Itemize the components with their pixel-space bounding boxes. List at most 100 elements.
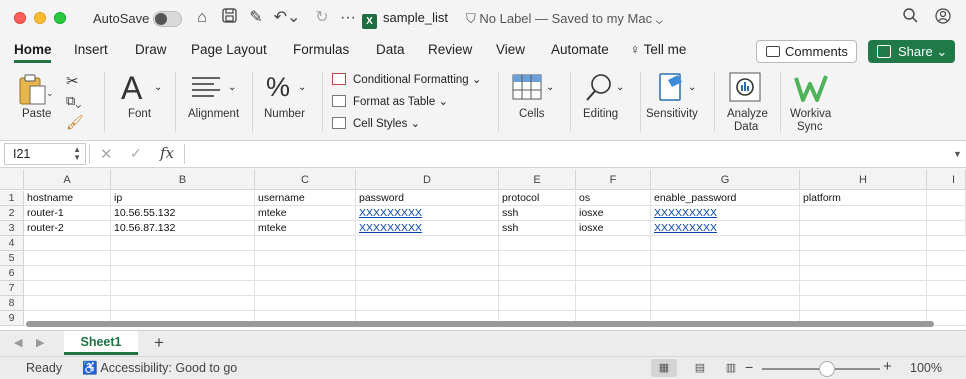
close-window-button[interactable] [14, 12, 26, 24]
alignment-group[interactable]: ⌄ Alignment [182, 66, 246, 138]
edit-icon[interactable]: ✎ [246, 8, 266, 28]
insert-function-icon[interactable]: fx [160, 144, 174, 162]
sheet-tab-sheet1[interactable]: Sheet1 [64, 331, 138, 355]
select-all-corner[interactable] [0, 170, 24, 190]
accessibility-status[interactable]: ♿ Accessibility: Good to go [82, 361, 237, 376]
table-cell[interactable] [927, 221, 966, 236]
row-header[interactable]: 5 [0, 251, 24, 266]
zoom-in-button[interactable]: + [883, 358, 892, 375]
zoom-out-button[interactable]: − [745, 359, 753, 375]
format-painter-icon[interactable]: 🖌 [66, 114, 84, 131]
table-cell[interactable]: router-2 [24, 221, 111, 236]
table-cell[interactable]: os [576, 191, 651, 206]
row-header[interactable]: 6 [0, 266, 24, 281]
spreadsheet-grid[interactable]: A B C D E F G H I 1 2 3 4 5 6 7 8 9 host… [0, 170, 966, 330]
format-as-table-button[interactable]: Format as Table ⌄ [332, 94, 448, 108]
maximize-window-button[interactable] [54, 12, 66, 24]
editing-group[interactable]: ⌄ Editing [578, 66, 634, 138]
number-group[interactable]: % ⌄ Number [260, 66, 316, 138]
font-group[interactable]: A ⌄ Font [112, 66, 170, 138]
table-cell[interactable]: router-1 [24, 206, 111, 221]
table-cell[interactable]: platform [800, 191, 927, 206]
expand-formula-icon[interactable]: ▼ [953, 149, 962, 159]
table-cell[interactable]: mteke [255, 206, 356, 221]
cell-styles-button[interactable]: Cell Styles ⌄ [332, 116, 420, 130]
table-cell[interactable]: 10.56.55.132 [111, 206, 255, 221]
share-button[interactable]: Share ⌄ [868, 40, 955, 63]
cut-icon[interactable]: ✂ [66, 72, 79, 90]
paste-icon[interactable]: ⌄ [18, 74, 54, 109]
analyze-data-group[interactable]: Analyze Data [722, 66, 772, 138]
table-cell-link[interactable]: XXXXXXXXX [651, 221, 800, 236]
zoom-slider-thumb[interactable] [819, 361, 835, 377]
tab-draw[interactable]: Draw [135, 42, 167, 57]
empty-rows[interactable] [24, 236, 966, 326]
column-header[interactable]: G [651, 170, 800, 190]
table-cell[interactable]: ip [111, 191, 255, 206]
table-cell[interactable] [927, 206, 966, 221]
tab-view[interactable]: View [496, 42, 525, 57]
next-sheet-icon[interactable]: ▶ [36, 336, 44, 349]
minimize-window-button[interactable] [34, 12, 46, 24]
paste-label[interactable]: Paste [22, 108, 51, 120]
row-header[interactable]: 9 [0, 311, 24, 326]
table-cell[interactable] [800, 221, 927, 236]
more-icon[interactable]: ··· [338, 8, 358, 28]
table-cell[interactable]: enable_password [651, 191, 800, 206]
search-icon[interactable] [900, 8, 920, 28]
autosave-toggle[interactable] [153, 11, 182, 27]
table-cell[interactable]: hostname [24, 191, 111, 206]
table-cell[interactable]: protocol [499, 191, 576, 206]
table-cell[interactable]: password [356, 191, 499, 206]
table-cell-link[interactable]: XXXXXXXXX [356, 206, 499, 221]
table-cell[interactable]: iosxe [576, 206, 651, 221]
column-header[interactable]: A [24, 170, 111, 190]
tab-formulas[interactable]: Formulas [293, 42, 349, 57]
column-header[interactable]: I [927, 170, 966, 190]
column-header[interactable]: F [576, 170, 651, 190]
undo-icon[interactable]: ↶⌄ [272, 8, 302, 28]
account-icon[interactable] [933, 8, 953, 28]
table-cell[interactable]: 10.56.87.132 [111, 221, 255, 236]
row-header[interactable]: 7 [0, 281, 24, 296]
table-cell[interactable]: ssh [499, 206, 576, 221]
tab-home[interactable]: Home [14, 42, 52, 57]
label-status[interactable]: ⛉ No Label — Saved to my Mac ⌄ [466, 11, 663, 27]
table-cell-link[interactable]: XXXXXXXXX [651, 206, 800, 221]
zoom-level[interactable]: 100% [910, 361, 942, 375]
table-cell[interactable]: mteke [255, 221, 356, 236]
add-sheet-button[interactable]: + [154, 333, 164, 353]
comments-button[interactable]: Comments [756, 40, 857, 63]
cells-group[interactable]: ⌄ Cells [508, 66, 564, 138]
tab-tell-me[interactable]: ♀ Tell me [630, 42, 686, 57]
prev-sheet-icon[interactable]: ◀ [14, 336, 22, 349]
conditional-formatting-button[interactable]: Conditional Formatting ⌄ [332, 72, 482, 86]
row-header[interactable]: 4 [0, 236, 24, 251]
normal-view-button[interactable]: ▦ [651, 359, 677, 377]
save-icon[interactable] [219, 8, 239, 28]
column-header[interactable]: D [356, 170, 499, 190]
row-header[interactable]: 2 [0, 206, 24, 221]
cancel-icon[interactable]: ✕ [100, 145, 113, 163]
column-header[interactable]: H [800, 170, 927, 190]
row-header[interactable]: 1 [0, 191, 24, 206]
tab-automate[interactable]: Automate [551, 42, 609, 57]
table-cell[interactable]: iosxe [576, 221, 651, 236]
home-icon[interactable]: ⌂ [192, 8, 212, 28]
table-cell[interactable]: username [255, 191, 356, 206]
tab-page-layout[interactable]: Page Layout [191, 42, 267, 57]
page-break-view-button[interactable]: ▥ [718, 359, 744, 377]
page-layout-view-button[interactable]: ▤ [687, 359, 713, 377]
table-cell-link[interactable]: XXXXXXXXX [356, 221, 499, 236]
table-cell[interactable] [800, 206, 927, 221]
column-header[interactable]: C [255, 170, 356, 190]
workiva-group[interactable]: Workiva Sync [786, 66, 842, 138]
redo-icon[interactable]: ↻ [312, 8, 332, 28]
column-header[interactable]: B [111, 170, 255, 190]
tab-insert[interactable]: Insert [74, 42, 108, 57]
name-box[interactable]: I21 ▲ ▼ [4, 143, 86, 165]
row-header[interactable]: 8 [0, 296, 24, 311]
table-cell[interactable] [927, 191, 966, 206]
tab-data[interactable]: Data [376, 42, 405, 57]
horizontal-scrollbar[interactable] [26, 321, 934, 327]
